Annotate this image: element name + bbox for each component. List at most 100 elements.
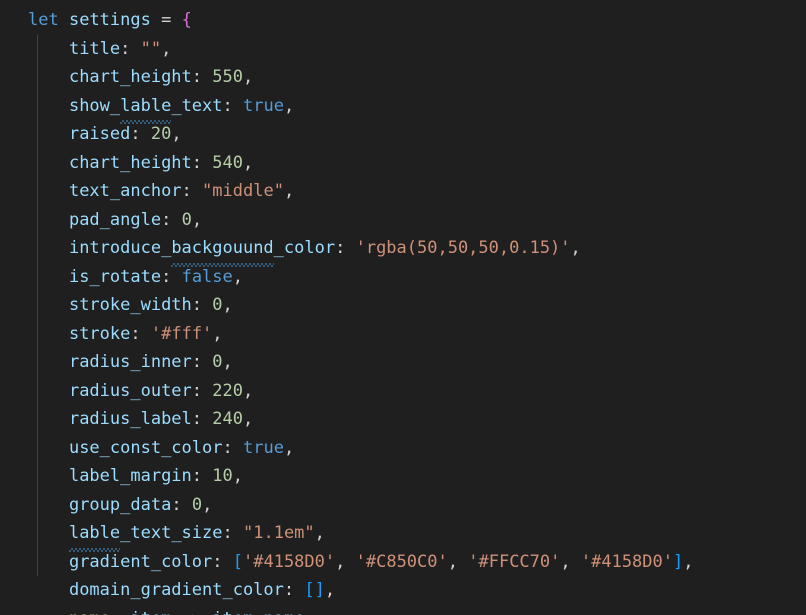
code-line[interactable]: text_anchor: "middle", [0,177,806,206]
code-line[interactable]: radius_inner: 0, [0,348,806,377]
code-token: , [202,494,213,515]
code-line[interactable]: chart_height: 550, [0,63,806,92]
code-line[interactable]: use_const_color: true, [0,434,806,463]
code-token: , [243,380,254,401]
code-token: [] [304,580,325,600]
code-token: : [120,38,131,59]
code-editor[interactable]: let settings = { title: "", chart_height… [0,0,806,615]
code-token: 220 [212,380,243,401]
code-token: gradient_color [68,551,213,572]
code-token: let [28,10,59,30]
code-token: title [68,38,121,59]
code-line[interactable]: stroke: '#fff', [0,320,806,349]
code-line[interactable]: radius_label: 240, [0,405,806,434]
code-token: : [191,67,203,87]
code-token: , [222,352,233,372]
code-token: : [110,609,120,615]
code-token: 0 [212,352,223,372]
code-line[interactable]: introduce_backgouund_color: 'rgba(50,50,… [0,234,806,266]
code-token: , [212,323,223,344]
code-token: : [191,466,203,486]
code-token: : [191,152,203,173]
misspelled-word: backgouund [171,234,275,266]
code-token: , [243,152,254,173]
code-line[interactable]: raised: 20, [0,120,806,149]
misspelled-word: lable [68,519,121,551]
code-token: , [570,238,581,258]
code-line[interactable]: stroke_width: 0, [0,291,806,320]
code-token: : [222,95,233,116]
code-token: radius_outer [68,380,192,401]
code-token: item [130,609,171,615]
code-line[interactable]: gradient_color: ['#4158D0', '#C850C0', '… [0,548,806,577]
code-token: , [324,580,336,600]
code-token: item [212,609,253,615]
code-token: raised [68,124,131,144]
code-token: ] [673,551,684,572]
code-token: , [683,551,694,572]
code-line[interactable]: is_rotate: false, [0,263,806,292]
code-token: 'rgba(50,50,50,0.15)' [355,238,571,258]
code-token: '#C850C0' [355,551,448,572]
code-token: 540 [212,152,243,173]
code-line[interactable]: group_data: 0, [0,491,806,520]
code-content[interactable]: let settings = { title: "", chart_height… [0,6,806,615]
code-token: false [181,266,233,287]
code-line[interactable]: radius_outer: 220, [0,377,806,406]
code-token: : [191,352,203,372]
code-token: , [171,124,182,144]
code-line[interactable]: domain_gradient_color: [], [0,576,806,605]
code-token: . [253,609,263,615]
code-line[interactable]: label_margin: 10, [0,462,806,491]
code-token: is_rotate [68,266,162,287]
code-line[interactable]: chart_height: 540, [0,149,806,178]
code-token: , [222,295,233,315]
code-token: 240 [212,409,243,429]
code-token: show_ [68,95,121,116]
code-token: , [283,181,295,201]
code-token: : [161,209,172,230]
code-line[interactable]: title: "", [0,35,806,64]
code-token: , [314,523,325,543]
code-token: text_anchor [68,181,182,201]
code-token: introduce_ [68,238,172,258]
code-token: '#4158D0' [580,551,673,572]
code-token: : [130,323,141,344]
code-line[interactable]: show_lable_text: true, [0,92,806,124]
code-token: 10 [212,466,233,486]
code-token: : [130,124,141,144]
code-token: : [191,380,203,401]
code-line[interactable]: lable_text_size: "1.1em", [0,519,806,551]
code-token: settings [68,10,151,30]
code-token: , [305,609,315,615]
code-line[interactable]: let settings = { [0,6,806,35]
code-token: : [181,181,192,201]
misspelled-word: lable [120,92,172,124]
code-line[interactable]: pad_angle: 0, [0,206,806,235]
code-line[interactable]: name: item => item.name, [0,605,806,615]
code-token: , [232,466,244,486]
